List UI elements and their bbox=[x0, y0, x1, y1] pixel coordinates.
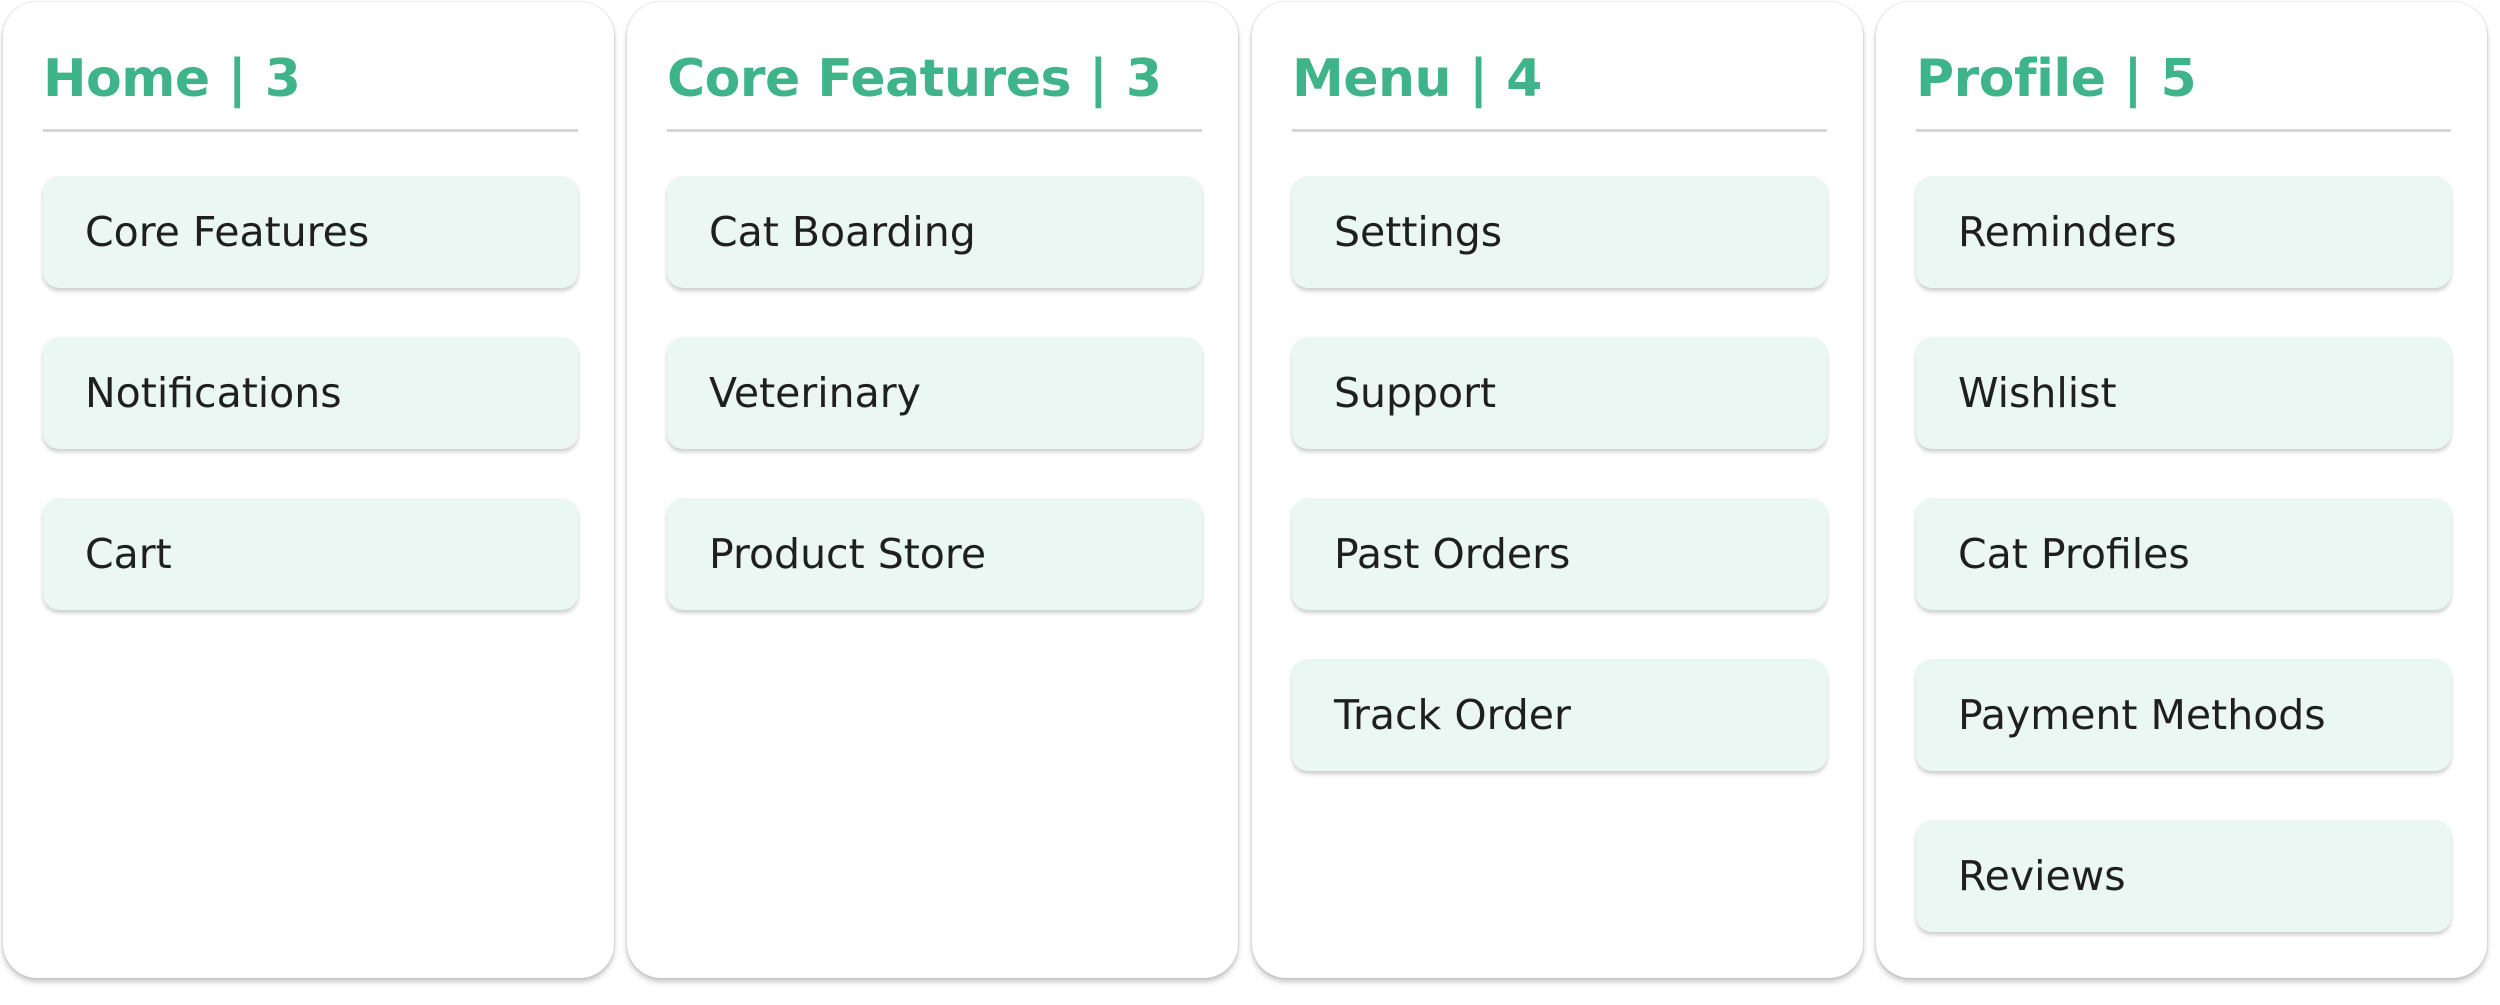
title-separator: | bbox=[227, 49, 247, 109]
card-label: Notifications bbox=[85, 369, 342, 417]
card-track-order[interactable]: Track Order bbox=[1292, 659, 1827, 771]
card-past-orders[interactable]: Past Orders bbox=[1292, 498, 1827, 610]
card-list: Cat Boarding Veterinary Product Store bbox=[667, 176, 1202, 659]
card-label: Cat Boarding bbox=[709, 208, 976, 256]
card-wishlist[interactable]: Wishlist bbox=[1916, 337, 2451, 449]
column-title: Core Features bbox=[667, 49, 1071, 109]
title-separator: | bbox=[2123, 49, 2143, 109]
card-label: Cart bbox=[85, 530, 172, 578]
column-header: Profile | 5 bbox=[1916, 46, 2451, 132]
column-menu: Menu | 4 Settings Support Past Orders Tr… bbox=[1252, 2, 1863, 978]
card-core-features[interactable]: Core Features bbox=[43, 176, 578, 288]
card-cat-boarding[interactable]: Cat Boarding bbox=[667, 176, 1202, 288]
card-payment-methods[interactable]: Payment Methods bbox=[1916, 659, 2451, 771]
card-label: Core Features bbox=[85, 208, 370, 256]
card-label: Payment Methods bbox=[1958, 691, 2326, 739]
card-label: Settings bbox=[1334, 208, 1503, 256]
column-title: Home bbox=[43, 49, 210, 109]
item-count: 5 bbox=[2160, 49, 2197, 109]
item-count: 3 bbox=[264, 49, 301, 109]
card-label: Support bbox=[1334, 369, 1497, 417]
card-support[interactable]: Support bbox=[1292, 337, 1827, 449]
card-product-store[interactable]: Product Store bbox=[667, 498, 1202, 610]
column-header: Home | 3 bbox=[43, 46, 578, 132]
column-header: Core Features | 3 bbox=[667, 46, 1202, 132]
card-label: Product Store bbox=[709, 530, 987, 578]
card-notifications[interactable]: Notifications bbox=[43, 337, 578, 449]
column-title: Menu bbox=[1292, 49, 1452, 109]
item-count: 3 bbox=[1125, 49, 1163, 109]
column-title: Profile bbox=[1916, 49, 2106, 109]
card-cart[interactable]: Cart bbox=[43, 498, 578, 610]
card-reviews[interactable]: Reviews bbox=[1916, 820, 2451, 932]
column-core-features: Core Features | 3 Cat Boarding Veterinar… bbox=[627, 2, 1238, 978]
title-separator: | bbox=[1469, 49, 1489, 109]
card-veterinary[interactable]: Veterinary bbox=[667, 337, 1202, 449]
column-profile: Profile | 5 Reminders Wishlist Cat Profi… bbox=[1876, 2, 2487, 978]
card-list: Reminders Wishlist Cat Profiles Payment … bbox=[1916, 176, 2451, 981]
card-label: Reviews bbox=[1958, 852, 2126, 900]
card-cat-profiles[interactable]: Cat Profiles bbox=[1916, 498, 2451, 610]
card-label: Cat Profiles bbox=[1958, 530, 2190, 578]
card-label: Veterinary bbox=[709, 369, 921, 417]
card-settings[interactable]: Settings bbox=[1292, 176, 1827, 288]
item-count: 4 bbox=[1506, 49, 1543, 109]
card-label: Wishlist bbox=[1958, 369, 2117, 417]
title-separator: | bbox=[1088, 49, 1108, 109]
card-label: Past Orders bbox=[1334, 530, 1571, 578]
column-header: Menu | 4 bbox=[1292, 46, 1827, 132]
card-reminders[interactable]: Reminders bbox=[1916, 176, 2451, 288]
card-label: Track Order bbox=[1334, 691, 1571, 739]
card-list: Settings Support Past Orders Track Order bbox=[1292, 176, 1827, 820]
column-home: Home | 3 Core Features Notifications Car… bbox=[3, 2, 614, 978]
card-list: Core Features Notifications Cart bbox=[43, 176, 578, 659]
card-label: Reminders bbox=[1958, 208, 2177, 256]
sitemap-board: Home | 3 Core Features Notifications Car… bbox=[0, 0, 2500, 1005]
